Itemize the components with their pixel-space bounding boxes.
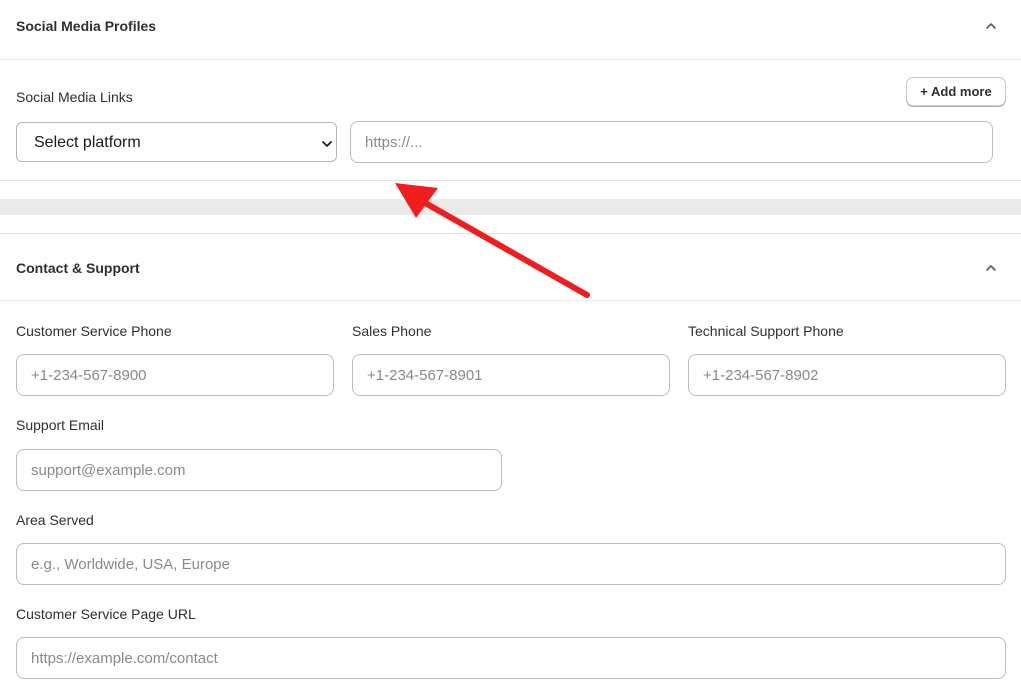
- social-media-profiles-section: Social Media Profiles Social Media Links…: [0, 0, 1021, 181]
- technical-support-phone-input[interactable]: [688, 354, 1006, 396]
- chevron-up-icon[interactable]: [985, 262, 997, 274]
- contact-support-section: Contact & Support Customer Service Phone…: [0, 233, 1021, 685]
- customer-service-page-url-label: Customer Service Page URL: [16, 606, 196, 622]
- separator-band: [0, 199, 1021, 215]
- add-more-button[interactable]: + Add more: [906, 77, 1006, 106]
- support-email-label: Support Email: [16, 417, 104, 433]
- customer-service-phone-label: Customer Service Phone: [16, 323, 172, 339]
- sales-phone-input[interactable]: [352, 354, 670, 396]
- customer-service-phone-input[interactable]: [16, 354, 334, 396]
- customer-service-page-url-input[interactable]: [16, 637, 1006, 679]
- support-email-input[interactable]: [16, 449, 502, 491]
- section-title: Social Media Profiles: [16, 18, 157, 34]
- section-separator: [0, 181, 1021, 233]
- technical-support-phone-label: Technical Support Phone: [688, 323, 844, 339]
- social-media-links-label: Social Media Links: [16, 89, 133, 105]
- area-served-label: Area Served: [16, 512, 94, 528]
- sales-phone-label: Sales Phone: [352, 323, 432, 339]
- section-title: Contact & Support: [16, 260, 140, 276]
- chevron-up-icon[interactable]: [985, 20, 997, 32]
- contact-support-header[interactable]: Contact & Support: [0, 234, 1021, 301]
- platform-select[interactable]: Select platform: [16, 122, 337, 162]
- chevron-down-icon: [321, 137, 333, 149]
- social-media-profiles-header[interactable]: Social Media Profiles: [0, 0, 1021, 60]
- platform-select-value: Select platform: [34, 134, 141, 151]
- social-url-input[interactable]: [350, 121, 993, 163]
- area-served-input[interactable]: [16, 543, 1006, 585]
